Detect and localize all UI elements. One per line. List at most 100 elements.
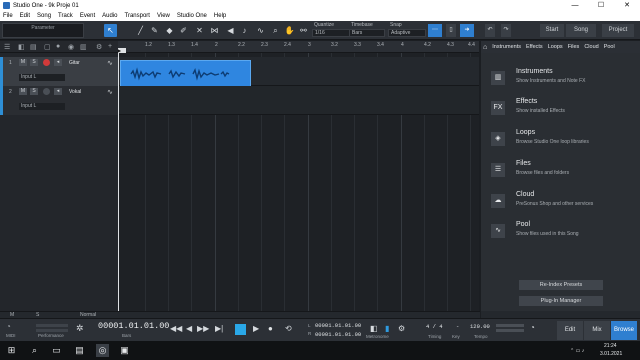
record-arm-button[interactable] [43,88,50,95]
automation-icon[interactable]: ▥ [80,43,87,51]
paint-tool-button[interactable]: ✐ [177,24,190,37]
loop-icon[interactable]: ⟲ [285,324,292,333]
key-value[interactable]: - [456,323,459,330]
end-icon[interactable]: ▶| [215,324,223,333]
info-button[interactable]: ▯ [446,24,456,37]
file-explorer-icon[interactable]: ▤ [73,344,86,357]
metronome-settings-icon[interactable]: ⚙ [398,324,405,333]
wave-tool-button[interactable]: ∿ [254,24,267,37]
undo-icon[interactable]: ↶ [485,24,495,37]
menu-transport[interactable]: Transport [125,13,150,19]
maximize-button[interactable]: ☐ [588,0,614,11]
tab-cloud[interactable]: Cloud [584,44,598,50]
monitor-button[interactable]: ◂ [54,59,62,66]
browser-item-cloud[interactable]: ☁ Cloud PreSonus Shop and other services [491,191,636,215]
menu-studio-one[interactable]: Studio One [177,13,207,19]
lane-gitar[interactable] [118,57,479,87]
snap-group[interactable]: Snap Adaptive [388,22,426,39]
master-volume-icon[interactable]: ◔ [530,323,535,332]
rewind-icon[interactable]: ◀ [186,324,192,333]
return-to-zero-icon[interactable]: ◀◀ [170,324,182,333]
stop-button[interactable] [235,324,246,335]
track-name[interactable]: Vokal [69,89,81,95]
range-tool-button[interactable]: ╱ [134,24,147,37]
tab-files[interactable]: Files [568,44,580,50]
menu-view[interactable]: View [157,13,170,19]
playhead[interactable] [118,53,119,311]
solo-icon[interactable]: ▢ [44,43,51,51]
eraser-tool-button[interactable]: ◆ [163,24,176,37]
timebase-group[interactable]: Timebase Bars [349,22,385,39]
edit-mode-button[interactable]: Edit [557,321,583,340]
parameter-box[interactable]: Parameter [2,23,84,38]
monitor-button[interactable]: ◂ [54,88,62,95]
forward-icon[interactable]: ▶▶ [197,324,209,333]
plugin-manager-button[interactable]: Plug-In Manager [519,296,603,306]
track-gitar[interactable]: 1 M S ◂ Gitar Input L ∿ [0,57,118,86]
tray-icons[interactable]: ⌃ ▭ ♪ [570,348,584,354]
link-tool-button[interactable]: ⚯ [297,24,310,37]
audio-clip[interactable] [120,60,251,87]
monitor-icon[interactable]: ◉ [68,43,74,51]
tab-loops[interactable]: Loops [548,44,563,50]
tab-pool[interactable]: Pool [604,44,615,50]
arrange-view[interactable] [118,53,479,311]
loop-end-display[interactable]: 00001.01.01.00 [315,331,361,338]
menu-edit[interactable]: Edit [20,13,30,19]
bend-tool-button[interactable]: ⋈ [208,24,221,37]
tab-instruments[interactable]: Instruments [492,44,521,50]
search-icon[interactable]: ⌕ [28,344,41,357]
song-button[interactable]: Song [566,24,596,37]
precount-icon[interactable]: ◧ [370,324,378,333]
browse-mode-button[interactable]: Browse [611,321,637,340]
mute-tool-button[interactable]: ✕ [193,24,206,37]
inspector-icon[interactable]: ◧ [18,43,25,51]
project-button[interactable]: Project [602,24,634,37]
browser-item-instruments[interactable]: ▥ Instruments Show Instruments and Note … [491,68,636,92]
lane-vokal[interactable] [118,86,479,115]
track-input-select[interactable]: Input L [19,103,65,110]
record-icon[interactable]: ● [268,324,273,333]
loop-start-display[interactable]: 00001.01.01.00 [315,322,361,329]
tab-effects[interactable]: Effects [526,44,543,50]
add-track-icon[interactable]: + [108,43,112,50]
hand-tool-button[interactable]: ✋ [283,24,296,37]
arrow-tool-button[interactable]: ↖ [104,24,117,37]
home-icon[interactable]: ⌂ [483,44,487,51]
track-list-icon[interactable]: ☰ [4,43,10,51]
track-input-select[interactable]: Input L [19,74,65,81]
close-button[interactable]: ✕ [614,0,640,11]
speaker-tool-button[interactable]: ♪ [238,24,251,37]
split-tool-button[interactable]: ✎ [148,24,161,37]
browser-item-files[interactable]: ☰ Files Browse files and folders [491,160,636,184]
follow-button[interactable]: ➜ [460,24,474,37]
timebase-select[interactable]: Bars [349,29,385,37]
browser-item-effects[interactable]: FX Effects Show installed Effects [491,98,636,122]
menu-event[interactable]: Event [80,13,95,19]
app-taskbar-icon[interactable]: ▣ [118,344,131,357]
menu-track[interactable]: Track [58,13,73,19]
browser-item-pool[interactable]: ∿ Pool Show files used in this Song [491,221,636,245]
play-icon[interactable]: ▶ [253,324,259,333]
menu-song[interactable]: Song [37,13,51,19]
mute-button[interactable]: M [19,88,27,95]
record-icon[interactable]: ● [56,43,60,50]
solo-button[interactable]: S [30,59,38,66]
solo-button[interactable]: S [30,88,38,95]
timeline-ruler[interactable]: ▶ 1.2 1.3 1.4 2 2.2 2.3 2.4 3 3.2 3.3 3.… [118,41,479,53]
menu-file[interactable]: File [3,13,13,19]
record-arm-button[interactable] [43,59,50,66]
reindex-presets-button[interactable]: Re-Index Presets [519,280,603,290]
position-display[interactable]: 00001.01.01.00 [98,321,169,331]
menu-help[interactable]: Help [214,13,226,19]
snap-select[interactable]: Adaptive [388,29,426,37]
tempo-value[interactable]: 120.00 [470,323,490,330]
settings-icon[interactable]: ⚙ [96,43,102,51]
timing-value[interactable]: 4 / 4 [426,323,443,330]
start-button[interactable]: Start [540,24,564,37]
minimize-button[interactable]: — [562,0,588,11]
listen-tool-button[interactable]: ◀ [224,24,237,37]
menu-audio[interactable]: Audio [102,13,117,19]
zoom-tool-button[interactable]: ⌕ [269,24,282,37]
mute-button[interactable]: M [19,59,27,66]
